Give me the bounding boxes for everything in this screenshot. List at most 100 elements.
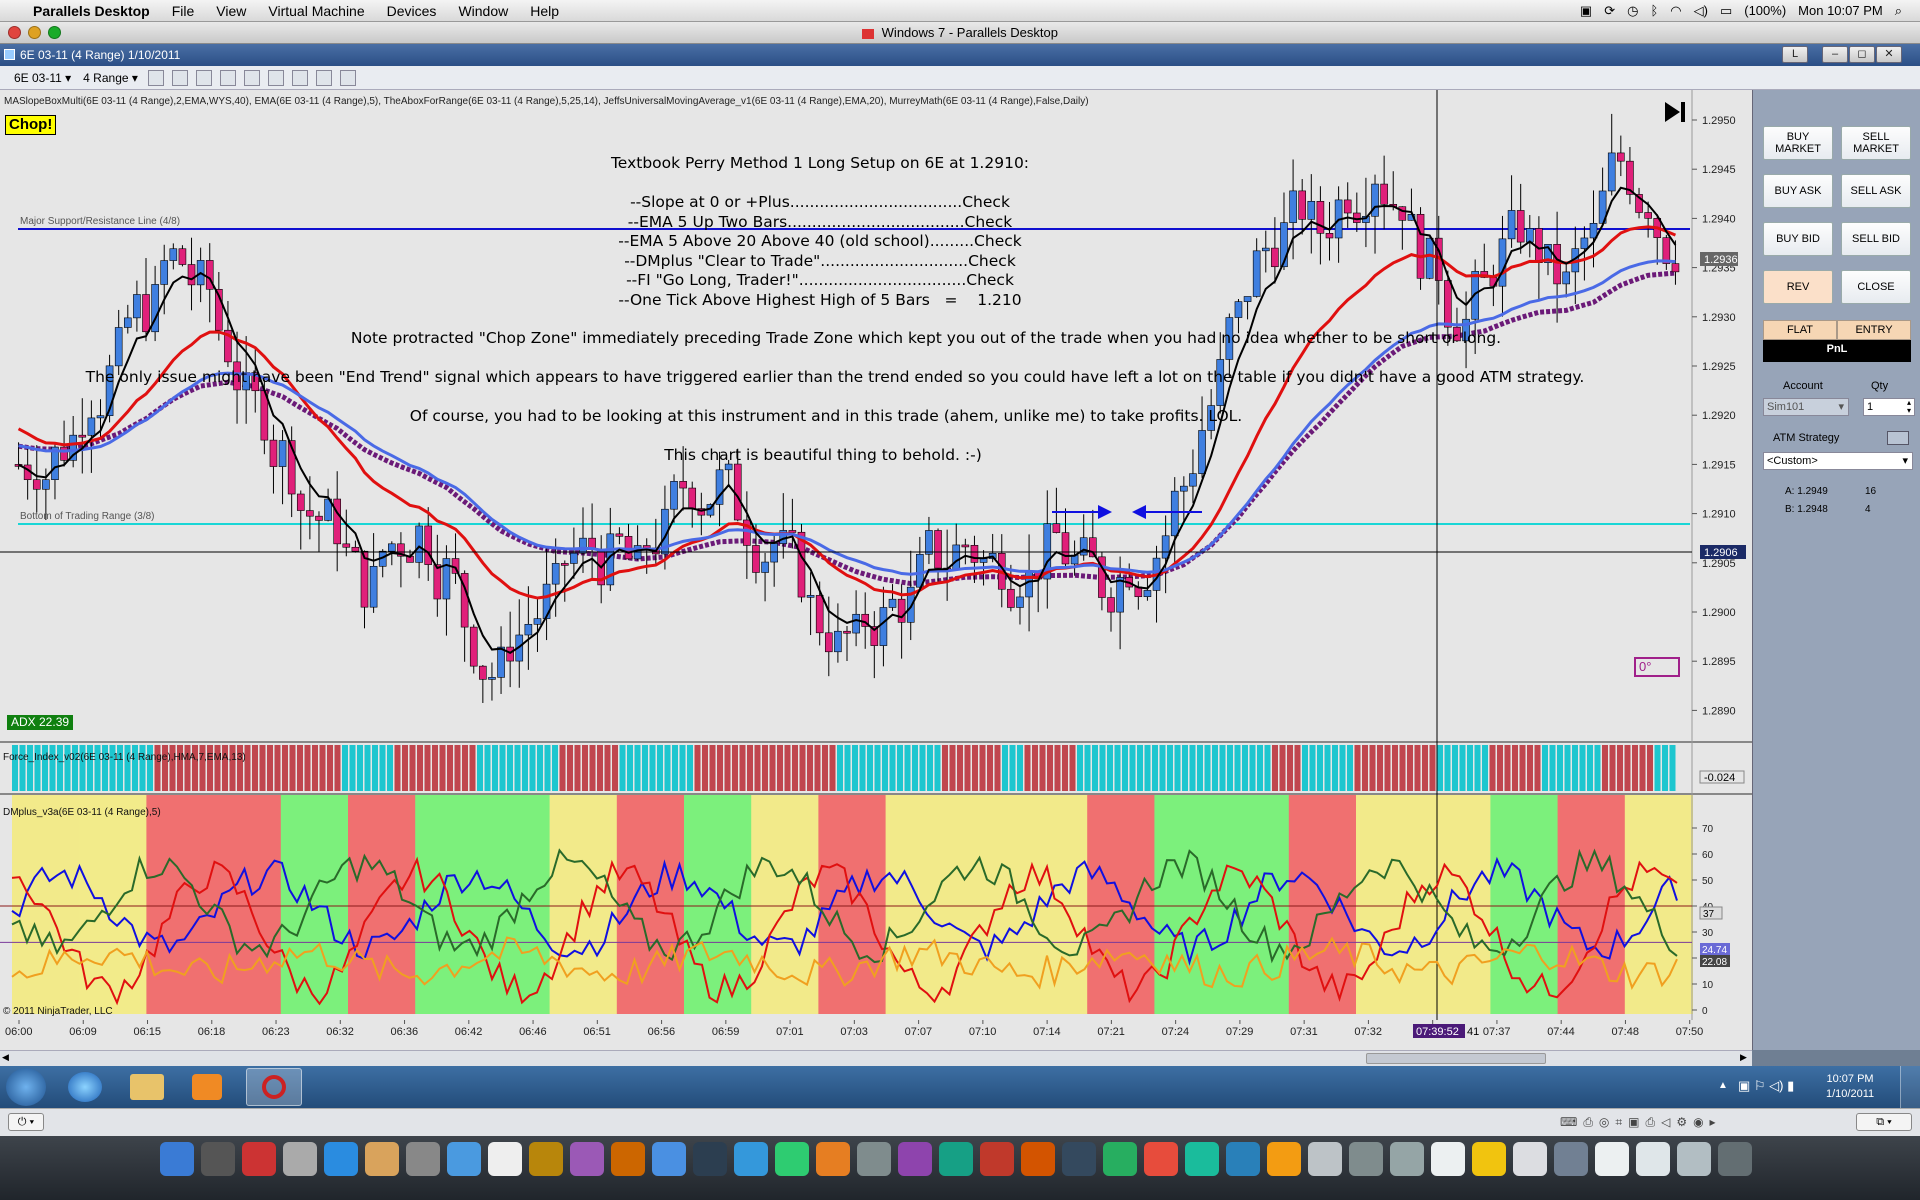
- minimize-window-button[interactable]: [28, 26, 41, 39]
- dock-app-icon[interactable]: [570, 1142, 604, 1176]
- dock-app-icon[interactable]: [160, 1142, 194, 1176]
- link-button[interactable]: L: [1782, 46, 1808, 63]
- dock-app-icon[interactable]: [1431, 1142, 1465, 1176]
- dock-app-icon[interactable]: [406, 1142, 440, 1176]
- app-menu[interactable]: Parallels Desktop: [22, 3, 161, 19]
- dock-app-icon[interactable]: [1103, 1142, 1137, 1176]
- media-player-icon[interactable]: [192, 1074, 222, 1100]
- battery-icon[interactable]: ▭: [1720, 3, 1732, 19]
- menu-view[interactable]: View: [205, 3, 257, 19]
- rev-button[interactable]: REV: [1763, 270, 1833, 304]
- view-mode-button[interactable]: ⧉ ▾: [1856, 1113, 1912, 1131]
- indicators-icon[interactable]: [243, 69, 260, 86]
- sell-bid-button[interactable]: SELL BID: [1841, 222, 1911, 256]
- parallels-status-icon[interactable]: ▣: [1580, 3, 1592, 19]
- properties-icon[interactable]: [291, 69, 308, 86]
- sync-icon[interactable]: ⟳: [1604, 3, 1615, 19]
- tray-icons[interactable]: ▣ ⚐ ◁) ▮: [1738, 1078, 1794, 1094]
- close-position-button[interactable]: CLOSE: [1841, 270, 1911, 304]
- dock-app-icon[interactable]: [734, 1142, 768, 1176]
- bluetooth-icon[interactable]: ᛒ: [1650, 3, 1658, 18]
- close-button[interactable]: ✕: [1876, 46, 1902, 63]
- dock-app-icon[interactable]: [1226, 1142, 1260, 1176]
- qty-input[interactable]: 1 ▴ ▾: [1863, 398, 1915, 416]
- dock-app-icon[interactable]: [1021, 1142, 1055, 1176]
- horizontal-scrollbar[interactable]: ◀ ▶: [0, 1050, 1752, 1066]
- dock-app-icon[interactable]: [816, 1142, 850, 1176]
- wifi-icon[interactable]: ◠: [1670, 3, 1681, 19]
- bar-type-icon[interactable]: [147, 69, 164, 86]
- buy-ask-button[interactable]: BUY ASK: [1763, 174, 1833, 208]
- dock-app-icon[interactable]: [1308, 1142, 1342, 1176]
- dock-app-icon[interactable]: [857, 1142, 891, 1176]
- atm-strategy-select[interactable]: <Custom> ▾: [1763, 452, 1913, 470]
- dock-app-icon[interactable]: [1718, 1142, 1752, 1176]
- dock-app-icon[interactable]: [283, 1142, 317, 1176]
- dock-app-icon[interactable]: [242, 1142, 276, 1176]
- dock-app-icon[interactable]: [898, 1142, 932, 1176]
- dock-app-icon[interactable]: [1595, 1142, 1629, 1176]
- sell-ask-button[interactable]: SELL ASK: [1841, 174, 1911, 208]
- ninjatrader-taskbar-button[interactable]: [246, 1068, 302, 1106]
- dock-app-icon[interactable]: [1144, 1142, 1178, 1176]
- dock-app-icon[interactable]: [693, 1142, 727, 1176]
- menu-file[interactable]: File: [161, 3, 206, 19]
- chart-area[interactable]: 706050403020100 1.29501.29451.29401.2935…: [0, 90, 1752, 1050]
- dock-app-icon[interactable]: [775, 1142, 809, 1176]
- dock-app-icon[interactable]: [1636, 1142, 1670, 1176]
- menu-window[interactable]: Window: [447, 3, 519, 19]
- close-window-button[interactable]: [8, 26, 21, 39]
- show-hidden-icons[interactable]: ▲: [1718, 1080, 1728, 1091]
- internet-explorer-icon[interactable]: [68, 1072, 102, 1102]
- dock-app-icon[interactable]: [1513, 1142, 1547, 1176]
- dock-app-icon[interactable]: [1185, 1142, 1219, 1176]
- dock-app-icon[interactable]: [939, 1142, 973, 1176]
- dock-app-icon[interactable]: [488, 1142, 522, 1176]
- chart-trader-icon[interactable]: [315, 69, 332, 86]
- explorer-icon[interactable]: [130, 1074, 164, 1100]
- dock-app-icon[interactable]: [201, 1142, 235, 1176]
- buy-bid-button[interactable]: BUY BID: [1763, 222, 1833, 256]
- volume-icon[interactable]: ◁): [1694, 3, 1708, 19]
- data-box-icon[interactable]: [339, 69, 356, 86]
- dock-app-icon[interactable]: [1554, 1142, 1588, 1176]
- time-machine-icon[interactable]: ◷: [1627, 3, 1638, 19]
- menu-virtual-machine[interactable]: Virtual Machine: [257, 3, 375, 19]
- dock-app-icon[interactable]: [980, 1142, 1014, 1176]
- dock-app-icon[interactable]: [1267, 1142, 1301, 1176]
- period-selector[interactable]: 4 Range ▾: [79, 68, 142, 88]
- dock-app-icon[interactable]: [447, 1142, 481, 1176]
- scrollbar-thumb[interactable]: [1366, 1053, 1546, 1064]
- dock-app-icon[interactable]: [529, 1142, 563, 1176]
- dock-app-icon[interactable]: [365, 1142, 399, 1176]
- power-button[interactable]: ⏻ ▾: [8, 1113, 44, 1131]
- menu-help[interactable]: Help: [519, 3, 570, 19]
- instrument-selector[interactable]: 6E 03-11 ▾: [10, 68, 75, 88]
- account-select[interactable]: Sim101 ▾: [1763, 398, 1849, 416]
- atm-properties-button[interactable]: [1887, 431, 1909, 445]
- dock-app-icon[interactable]: [611, 1142, 645, 1176]
- menu-clock[interactable]: Mon 10:07 PM: [1798, 3, 1883, 18]
- scroll-right-icon[interactable]: ▶: [1740, 1052, 1747, 1063]
- spotlight-icon[interactable]: ⌕: [1895, 3, 1902, 19]
- zoom-window-button[interactable]: [48, 26, 61, 39]
- menu-devices[interactable]: Devices: [376, 3, 448, 19]
- dock-app-icon[interactable]: [1390, 1142, 1424, 1176]
- tray-clock[interactable]: 10:07 PM 1/10/2011: [1826, 1072, 1874, 1102]
- dock-app-icon[interactable]: [1472, 1142, 1506, 1176]
- dock-app-icon[interactable]: [1677, 1142, 1711, 1176]
- dock-app-icon[interactable]: [652, 1142, 686, 1176]
- dock-app-icon[interactable]: [324, 1142, 358, 1176]
- strategies-icon[interactable]: [267, 69, 284, 86]
- minimize-button[interactable]: –: [1822, 46, 1848, 63]
- dock-app-icon[interactable]: [1349, 1142, 1383, 1176]
- start-button[interactable]: [6, 1068, 46, 1106]
- buy-market-button[interactable]: BUY MARKET: [1763, 126, 1833, 160]
- sell-market-button[interactable]: SELL MARKET: [1841, 126, 1911, 160]
- scroll-left-icon[interactable]: ◀: [2, 1052, 9, 1063]
- dock-app-icon[interactable]: [1062, 1142, 1096, 1176]
- draw-tool-icon[interactable]: [171, 69, 188, 86]
- device-status-icons[interactable]: ⌨⎙◎⌗▣⎙◁⚙◉▸: [1560, 1115, 1722, 1130]
- show-desktop-button[interactable]: [1900, 1066, 1920, 1108]
- maximize-button[interactable]: ◻: [1849, 46, 1875, 63]
